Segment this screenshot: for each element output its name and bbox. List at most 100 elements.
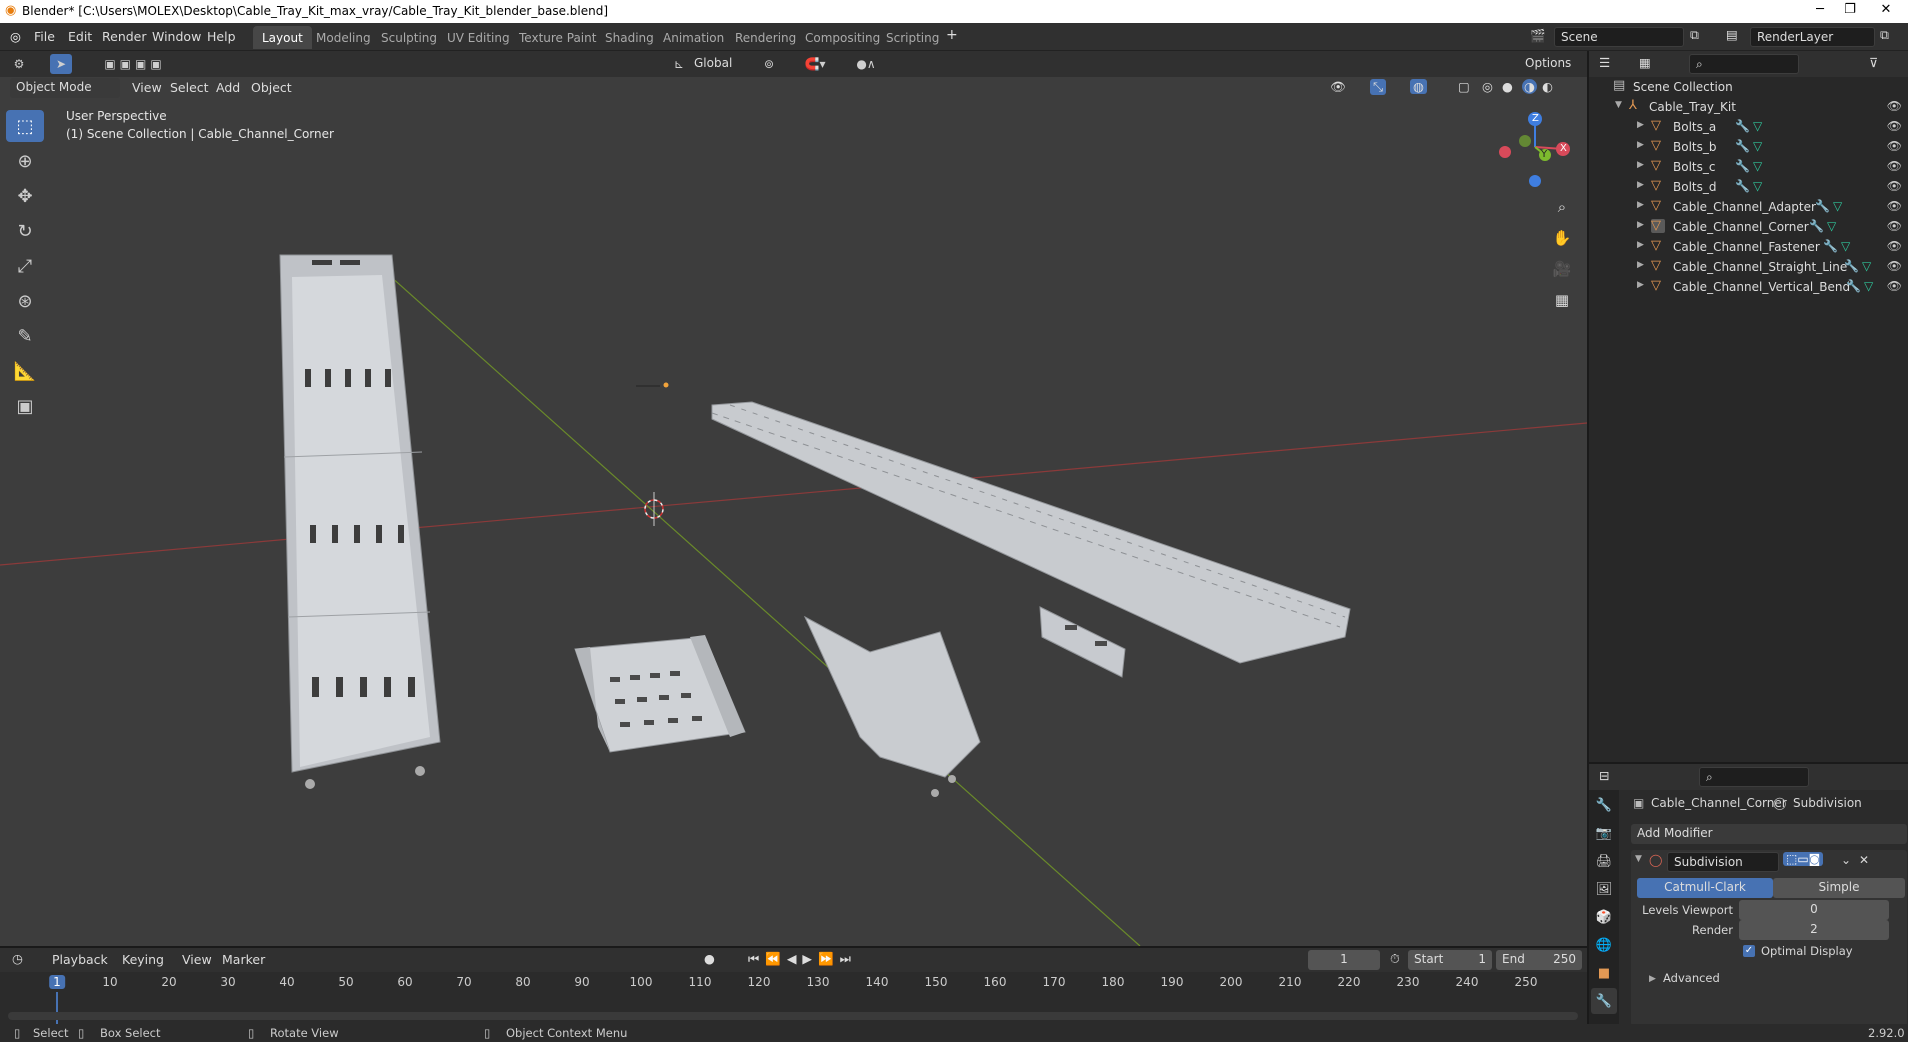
- keying-menu[interactable]: Keying: [122, 952, 164, 967]
- modifier-wrench-icon[interactable]: 🔧: [1846, 279, 1861, 293]
- visibility-eye-icon[interactable]: 👁: [1887, 159, 1902, 173]
- navigation-gizmo[interactable]: [1490, 109, 1570, 189]
- catmull-clark-button[interactable]: Catmull-Clark: [1637, 878, 1773, 898]
- outliner-item-vertical-bend[interactable]: ▶ ▽ Cable_Channel_Vertical_Bend 🔧 ▽ 👁: [1589, 277, 1908, 297]
- new-view-layer-icon[interactable]: ⧉: [1880, 27, 1889, 43]
- modifier-name-field[interactable]: Subdivision: [1667, 852, 1779, 872]
- editor-type-icon[interactable]: ⚙: [8, 54, 30, 74]
- modifier-wrench-icon[interactable]: 🔧: [1844, 259, 1859, 273]
- outliner-search-input[interactable]: ⌕: [1689, 54, 1799, 74]
- outliner-item-bolts-c[interactable]: ▶ ▽ Bolts_c 🔧 ▽ 👁: [1589, 157, 1908, 177]
- blender-menu-icon[interactable]: ◎: [10, 29, 21, 44]
- tab-uv-editing[interactable]: UV Editing: [438, 26, 519, 49]
- visibility-eye-icon[interactable]: 👁: [1887, 119, 1902, 133]
- tab-scripting[interactable]: Scripting: [877, 26, 948, 49]
- expand-icon[interactable]: ▶: [1637, 260, 1644, 270]
- view-menu[interactable]: View: [182, 952, 212, 967]
- tool-tab-icon[interactable]: 🔧: [1591, 792, 1617, 818]
- cursor-tool-icon[interactable]: ⊕: [6, 145, 44, 177]
- tab-modeling[interactable]: Modeling: [307, 26, 380, 49]
- menu-render[interactable]: Render: [102, 29, 147, 44]
- modifier-wrench-icon[interactable]: 🔧: [1735, 119, 1750, 133]
- filter-icon[interactable]: ⊽: [1869, 55, 1878, 70]
- mesh-data-icon[interactable]: ▽: [1753, 159, 1762, 173]
- move-tool-icon[interactable]: ✥: [6, 180, 44, 212]
- add-cube-tool-icon[interactable]: ▣: [6, 390, 44, 422]
- close-button[interactable]: ✕: [1866, 2, 1906, 17]
- object-menu[interactable]: Object: [251, 80, 292, 95]
- rendered-shading-icon[interactable]: ◐: [1542, 79, 1553, 94]
- mesh-data-icon[interactable]: ▽: [1753, 139, 1762, 153]
- scene-icon[interactable]: 🎬: [1530, 28, 1546, 44]
- mesh-data-icon[interactable]: ▽: [1833, 199, 1842, 213]
- orientation-dropdown[interactable]: Global: [688, 54, 748, 74]
- menu-file[interactable]: File: [34, 29, 55, 44]
- modifier-menu-icon[interactable]: ⌄: [1841, 853, 1851, 867]
- simple-button[interactable]: Simple: [1773, 878, 1905, 898]
- tab-compositing[interactable]: Compositing: [796, 26, 889, 49]
- menu-window[interactable]: Window: [152, 29, 201, 44]
- scale-tool-icon[interactable]: ⤢: [6, 250, 44, 282]
- visibility-eye-icon[interactable]: 👁: [1887, 199, 1902, 213]
- new-scene-icon[interactable]: ⧉: [1690, 27, 1699, 43]
- mesh-data-icon[interactable]: ▽: [1753, 119, 1762, 133]
- expand-icon[interactable]: ▶: [1637, 220, 1644, 230]
- properties-search-input[interactable]: ⌕: [1699, 767, 1809, 787]
- xray-icon[interactable]: ▢: [1458, 79, 1470, 94]
- 3d-viewport[interactable]: User Perspective (1) Scene Collection | …: [0, 77, 1587, 946]
- view-layer-tab-icon[interactable]: 🖼: [1591, 876, 1617, 902]
- output-tab-icon[interactable]: 🖨: [1591, 848, 1617, 874]
- expand-icon[interactable]: ▶: [1637, 240, 1644, 250]
- add-menu[interactable]: Add: [216, 80, 240, 95]
- playback-controls-icon[interactable]: ⏮⏪◀▶⏩⏭: [748, 951, 857, 967]
- view-layer-field[interactable]: RenderLayer: [1750, 27, 1875, 47]
- visibility-eye-icon[interactable]: 👁: [1887, 219, 1902, 233]
- selection-mode-icons[interactable]: ▣▣▣▣: [90, 54, 180, 74]
- visibility-eye-icon[interactable]: 👁: [1887, 259, 1902, 273]
- modifier-wrench-icon[interactable]: 🔧: [1809, 219, 1824, 233]
- render-levels-field[interactable]: 2: [1739, 920, 1889, 940]
- timeline-scrollbar[interactable]: [8, 1012, 1578, 1020]
- camera-view-icon[interactable]: 🎥: [1551, 254, 1573, 285]
- timeline-scrubber[interactable]: 1 10 20 30 40 50 60 70 80 90 100 110 120…: [0, 972, 1587, 1026]
- object-tab-icon[interactable]: ■: [1591, 960, 1617, 986]
- view-layer-icon[interactable]: ▤: [1726, 27, 1738, 42]
- outliner-collection-row[interactable]: ▼ ⅄ Cable_Tray_Kit 👁: [1589, 97, 1908, 117]
- modifier-wrench-icon[interactable]: 🔧: [1735, 159, 1750, 173]
- proportional-edit-icon[interactable]: ●∧: [846, 54, 886, 74]
- select-menu[interactable]: Select: [170, 80, 209, 95]
- visibility-eye-icon[interactable]: 👁: [1887, 179, 1902, 193]
- modifier-tab-icon[interactable]: 🔧: [1591, 988, 1617, 1014]
- tab-sculpting[interactable]: Sculpting: [372, 26, 446, 49]
- mesh-data-icon[interactable]: ▽: [1864, 279, 1873, 293]
- maximize-button[interactable]: ❐: [1830, 2, 1870, 17]
- scene-field[interactable]: Scene: [1554, 27, 1684, 47]
- outliner-item-corner[interactable]: ▶ ▽ Cable_Channel_Corner 🔧 ▽ 👁: [1589, 217, 1908, 237]
- tab-texture-paint[interactable]: Texture Paint: [510, 26, 605, 49]
- tab-animation[interactable]: Animation: [654, 26, 733, 49]
- expand-icon[interactable]: ▶: [1637, 280, 1644, 290]
- outliner-editor-icon[interactable]: ☰: [1599, 55, 1610, 70]
- display-mode-icon[interactable]: ▦: [1639, 55, 1651, 70]
- visibility-eye-icon[interactable]: 👁: [1887, 139, 1902, 153]
- expand-icon[interactable]: ▶: [1637, 160, 1644, 170]
- mode-dropdown[interactable]: Object Mode: [10, 78, 120, 98]
- mesh-data-icon[interactable]: ▽: [1862, 259, 1871, 273]
- timeline-editor-icon[interactable]: ◷: [12, 951, 23, 966]
- start-frame-field[interactable]: Start 1: [1408, 950, 1492, 970]
- marker-menu[interactable]: Marker: [222, 952, 265, 967]
- menu-edit[interactable]: Edit: [68, 29, 92, 44]
- gizmo-toggle-icon[interactable]: ⤡: [1370, 79, 1387, 95]
- outliner-scene-collection[interactable]: ▤ Scene Collection: [1589, 77, 1908, 97]
- scene-tab-icon[interactable]: 🎲: [1591, 904, 1617, 930]
- optimal-display-checkbox[interactable]: ✓: [1743, 945, 1755, 957]
- editmode-toggle-icon[interactable]: ⬚▭◙: [1783, 852, 1824, 866]
- wireframe-shading-icon[interactable]: ◎: [1482, 79, 1493, 94]
- annotate-tool-icon[interactable]: ✎: [6, 320, 44, 352]
- select-tool-icon[interactable]: ➤: [50, 54, 72, 74]
- visibility-icon[interactable]: 👁: [1330, 79, 1346, 95]
- solid-shading-icon[interactable]: ●: [1502, 79, 1513, 94]
- advanced-section[interactable]: Advanced: [1663, 971, 1720, 985]
- levels-viewport-field[interactable]: 0: [1739, 900, 1889, 920]
- mesh-data-icon[interactable]: ▽: [1841, 239, 1850, 253]
